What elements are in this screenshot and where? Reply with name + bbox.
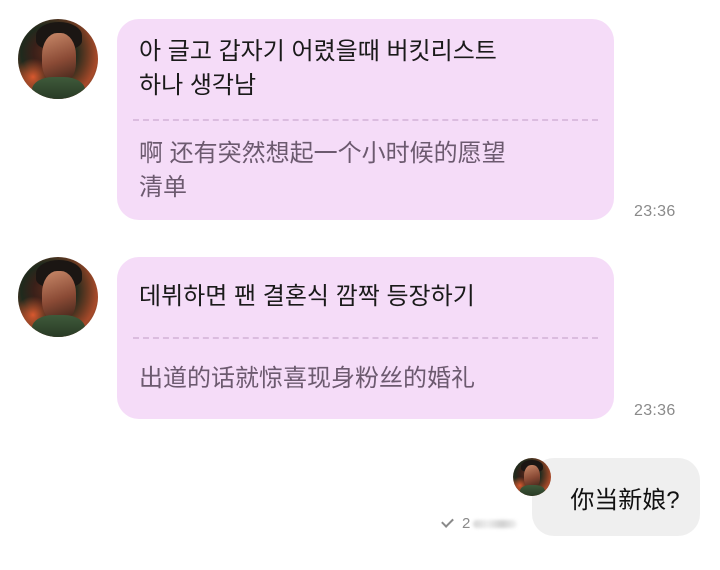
message-text-korean-line: 아 글고 갑자기 어렸을때 버킷리스트 <box>139 38 497 65</box>
avatar-face <box>42 33 76 83</box>
message-text-korean-line: 데뷔하면 팬 결혼식 깜짝 등장하기 <box>139 283 475 310</box>
outgoing-message-text: 你当新娘? <box>570 486 680 514</box>
avatar-collar <box>32 314 86 337</box>
read-count: 2 <box>462 515 471 532</box>
message-timestamp: 23:36 <box>634 402 676 419</box>
sender-avatar[interactable] <box>18 19 98 99</box>
message-text-translation-line: 清单 <box>139 174 187 201</box>
message-text-translation-line: 啊 还有突然想起一个小时候的愿望 <box>139 140 506 167</box>
message-text-translation-line: 出道的话就惊喜现身粉丝的婚礼 <box>139 365 475 392</box>
check-icon <box>441 515 454 528</box>
message-timestamp: 23:36 <box>634 203 676 220</box>
read-receipt: 2 <box>441 515 518 532</box>
sender-avatar[interactable] <box>18 257 98 337</box>
message-text-korean-line: 하나 생각남 <box>139 72 257 99</box>
message-bubble[interactable]: 아 글고 갑자기 어렸을때 버킷리스트 하나 생각남 啊 还有突然想起一个小时候… <box>117 19 614 220</box>
avatar-collar <box>519 485 545 496</box>
blurred-read-names <box>473 519 518 528</box>
outgoing-message-bubble[interactable]: 你当新娘? <box>532 458 700 536</box>
avatar-collar <box>32 76 86 99</box>
message-bubble[interactable]: 데뷔하면 팬 결혼식 깜짝 등장하기 出道的话就惊喜现身粉丝的婚礼 <box>117 257 614 419</box>
own-avatar-small[interactable] <box>513 458 551 496</box>
avatar-face <box>42 271 76 321</box>
